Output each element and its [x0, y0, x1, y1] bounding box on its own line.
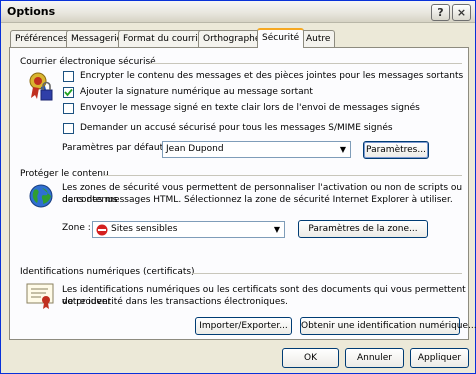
zone-settings-button[interactable]: Paramètres de la zone...	[298, 220, 428, 238]
zone-combo[interactable]: Sites sensibles ▼	[92, 221, 285, 238]
title-bar[interactable]: Options ? ×	[1, 1, 475, 23]
globe-icon	[29, 184, 53, 208]
add-signature-checkbox[interactable]	[63, 87, 74, 98]
tab-autre[interactable]: Autre	[301, 30, 336, 48]
tab-preferences[interactable]: Préférences	[10, 30, 73, 48]
clear-text-label: Envoyer le message signé en texte clair …	[80, 103, 420, 113]
get-digital-id-button[interactable]: Obtenir une identification numérique...	[300, 317, 476, 335]
encrypt-label: Encrypter le contenu des messages et des…	[80, 71, 464, 81]
security-panel: Courrier électronique sécurisé Encrypter…	[9, 47, 476, 340]
default-settings-value: Jean Dupond	[166, 144, 224, 154]
cancel-button[interactable]: Annuler	[345, 348, 404, 368]
options-dialog: Options ? × Préférences Messagerie Forma…	[0, 0, 476, 374]
zone-value: Sites sensibles	[111, 224, 178, 234]
chevron-down-icon: ▼	[270, 222, 284, 237]
help-button[interactable]: ?	[431, 4, 450, 21]
tab-orthographe[interactable]: Orthographe	[198, 30, 266, 48]
divider	[103, 175, 462, 176]
close-icon: ×	[456, 6, 467, 19]
restricted-zone-icon	[96, 224, 108, 236]
tab-securite[interactable]: Sécurité	[257, 28, 305, 48]
add-signature-label: Ajouter la signature numérique au messag…	[80, 87, 313, 97]
content-protection-desc-line2: dans des messages HTML. Sélectionnez la …	[62, 195, 453, 205]
digital-ids-heading: Identifications numériques (certificats)	[20, 267, 195, 277]
default-settings-combo[interactable]: Jean Dupond ▼	[162, 141, 351, 158]
close-button[interactable]: ×	[452, 4, 471, 21]
divider	[192, 273, 462, 274]
settings-button[interactable]: Paramètres...	[363, 141, 429, 159]
digital-ids-desc-line2: votre identité dans les transactions éle…	[62, 297, 288, 307]
window-title: Options	[7, 5, 56, 18]
zone-label: Zone :	[62, 223, 91, 233]
divider	[150, 63, 462, 64]
secure-receipt-checkbox[interactable]	[63, 123, 74, 134]
apply-button[interactable]: Appliquer	[410, 348, 469, 368]
clear-text-checkbox[interactable]	[63, 103, 74, 114]
secure-mail-heading: Courrier électronique sécurisé	[20, 57, 156, 67]
checkmark-icon	[64, 88, 73, 97]
secure-receipt-label: Demander un accusé sécurisé pour tous le…	[80, 123, 393, 133]
certificate-lock-icon	[29, 72, 53, 101]
default-settings-label: Paramètres par défaut :	[62, 143, 170, 153]
import-export-button[interactable]: Importer/Exporter...	[195, 317, 292, 335]
certificate-icon	[26, 283, 54, 309]
help-icon: ?	[437, 6, 444, 19]
encrypt-checkbox[interactable]	[63, 71, 74, 82]
chevron-down-icon: ▼	[336, 142, 350, 157]
ok-button[interactable]: OK	[282, 348, 339, 368]
content-protection-heading: Protéger le contenu	[20, 169, 109, 179]
